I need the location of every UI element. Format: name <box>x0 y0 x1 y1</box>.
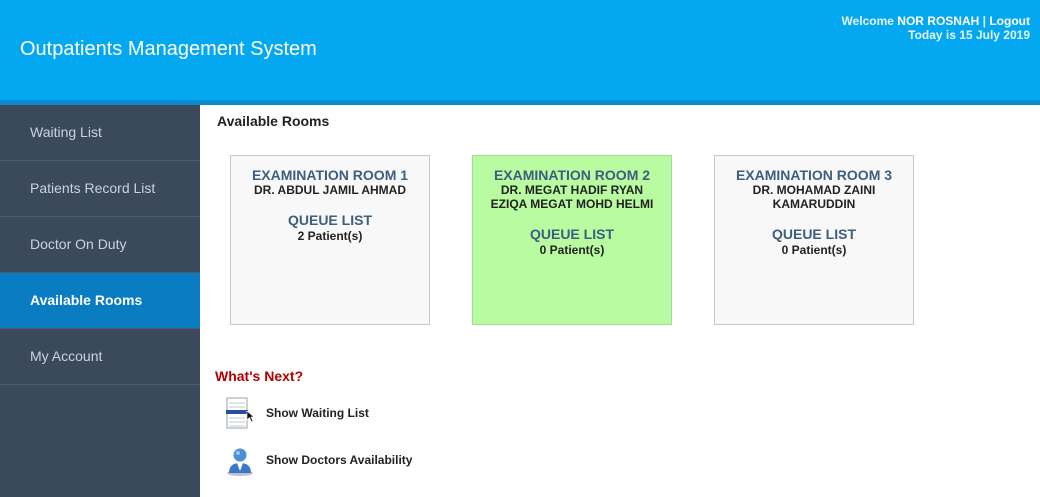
sidebar-item-my-account[interactable]: My Account <box>0 329 200 385</box>
sidebar: Waiting List Patients Record List Doctor… <box>0 105 200 497</box>
main-content: Available Rooms EXAMINATION ROOM 1 DR. A… <box>200 105 1040 497</box>
welcome-prefix: Welcome <box>841 14 894 28</box>
show-doctors-availability-label: Show Doctors Availability <box>266 453 413 467</box>
doctor-name: DR. MEGAT HADIF RYAN EZIQA MEGAT MOHD HE… <box>490 183 654 211</box>
show-doctors-availability-link[interactable]: Show Doctors Availability <box>225 444 412 476</box>
user-info: Welcome NOR ROSNAH | Logout Today is 15 … <box>841 14 1030 42</box>
room-name: EXAMINATION ROOM 2 <box>493 167 651 183</box>
sidebar-item-available-rooms[interactable]: Available Rooms <box>0 273 200 329</box>
doctor-icon <box>225 444 255 476</box>
patient-count: 0 Patient(s) <box>781 243 847 257</box>
room-name: EXAMINATION ROOM 3 <box>735 167 893 183</box>
user-name: NOR ROSNAH <box>897 14 980 28</box>
sidebar-item-waiting-list[interactable]: Waiting List <box>0 105 200 161</box>
sidebar-item-doctor-on-duty[interactable]: Doctor On Duty <box>0 217 200 273</box>
room-card-3[interactable]: EXAMINATION ROOM 3 DR. MOHAMAD ZAINI KAM… <box>714 155 914 325</box>
separator: | <box>982 14 986 28</box>
whats-next-title: What's Next? <box>215 368 304 384</box>
doctor-name: DR. ABDUL JAMIL AHMAD <box>254 183 406 197</box>
doctor-name: DR. MOHAMAD ZAINI KAMARUDDIN <box>752 183 876 211</box>
sidebar-item-patients-record-list[interactable]: Patients Record List <box>0 161 200 217</box>
waiting-list-icon <box>225 397 255 429</box>
app-title: Outpatients Management System <box>20 38 317 60</box>
show-waiting-list-link[interactable]: Show Waiting List <box>225 397 369 429</box>
queue-list-label: QUEUE LIST <box>771 226 856 242</box>
room-name: EXAMINATION ROOM 1 <box>251 167 409 183</box>
queue-list-label: QUEUE LIST <box>287 212 372 228</box>
today-date: Today is 15 July 2019 <box>908 28 1030 42</box>
page-title: Available Rooms <box>217 113 330 129</box>
app-header: Outpatients Management System Welcome NO… <box>0 0 1040 105</box>
logout-link[interactable]: Logout <box>989 14 1030 28</box>
room-card-2[interactable]: EXAMINATION ROOM 2 DR. MEGAT HADIF RYAN … <box>472 155 672 325</box>
patient-count: 0 Patient(s) <box>539 243 605 257</box>
patient-count: 2 Patient(s) <box>297 229 363 243</box>
queue-list-label: QUEUE LIST <box>529 226 614 242</box>
show-waiting-list-label: Show Waiting List <box>266 406 369 420</box>
room-card-1[interactable]: EXAMINATION ROOM 1 DR. ABDUL JAMIL AHMAD… <box>230 155 430 325</box>
